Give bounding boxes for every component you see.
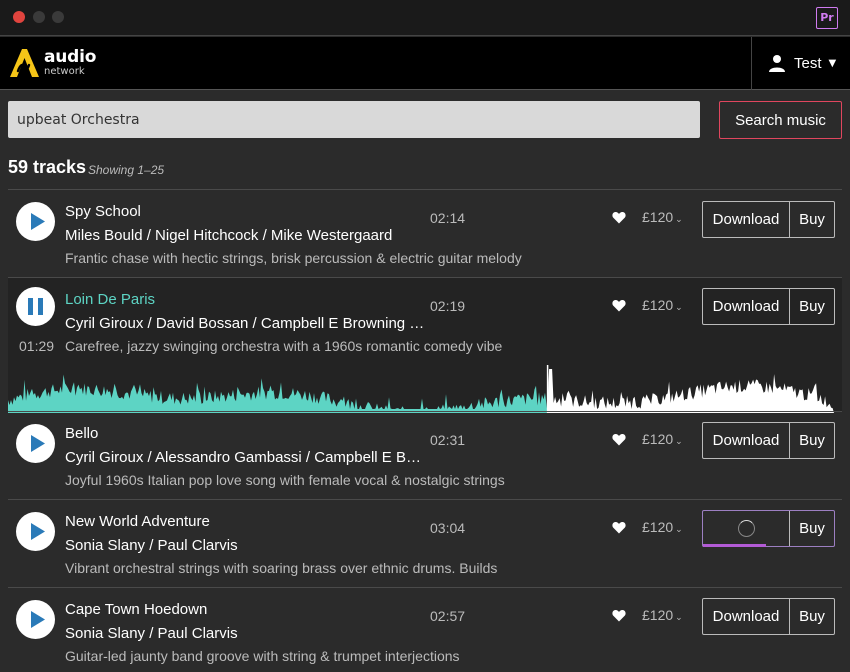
user-icon (769, 55, 785, 72)
track-description: Vibrant orchestral strings with soaring … (65, 560, 498, 576)
track-artists: Miles Bould / Nigel Hitchcock / Mike Wes… (65, 227, 393, 244)
app-header: audio network Test ▼ (0, 37, 850, 90)
buy-button[interactable]: Buy (790, 599, 834, 634)
track-title[interactable]: Cape Town Hoedown (65, 601, 207, 618)
header-divider (751, 37, 752, 90)
results-showing: Showing 1–25 (88, 163, 165, 177)
play-button[interactable] (16, 512, 55, 551)
purchase-button-group: Buy (702, 510, 835, 547)
purchase-button-group: Download Buy (702, 598, 835, 635)
minimize-window-button[interactable] (33, 11, 45, 23)
play-icon (31, 611, 45, 628)
heart-icon[interactable] (612, 521, 626, 534)
audio-network-logo-icon (10, 49, 39, 77)
brand-name: audio (44, 47, 97, 67)
track-row: Bello Cyril Giroux / Alessandro Gambassi… (8, 411, 842, 499)
chevron-down-icon: ⌄ (675, 524, 683, 534)
track-description: Joyful 1960s Italian pop love song with … (65, 472, 505, 488)
track-duration: 02:31 (430, 432, 466, 448)
track-row: Spy School Miles Bould / Nigel Hitchcock… (8, 189, 842, 277)
price-value: £120 (642, 209, 674, 225)
play-icon (31, 213, 45, 230)
brand-subname: network (44, 66, 85, 77)
buy-button[interactable]: Buy (790, 511, 834, 546)
elapsed-time: 01:29 (19, 338, 55, 354)
chevron-down-icon: ⌄ (675, 436, 683, 446)
premiere-pro-icon: Pr (816, 7, 838, 29)
price-dropdown[interactable]: £120 ⌄ (642, 431, 683, 447)
buy-button[interactable]: Buy (790, 289, 834, 324)
track-artists: Cyril Giroux / Alessandro Gambassi / Cam… (65, 449, 425, 466)
results-count: 59 tracks (8, 157, 87, 177)
track-title[interactable]: Bello (65, 425, 98, 442)
track-description: Frantic chase with hectic strings, brisk… (65, 250, 522, 266)
download-button[interactable]: Download (703, 202, 790, 237)
price-dropdown[interactable]: £120 ⌄ (642, 209, 683, 225)
purchase-button-group: Download Buy (702, 201, 835, 238)
heart-icon[interactable] (612, 299, 626, 312)
loading-spinner-icon (738, 520, 755, 537)
heart-icon[interactable] (612, 211, 626, 224)
track-description: Carefree, jazzy swinging orchestra with … (65, 338, 503, 354)
waveform-remaining (547, 369, 834, 413)
chevron-down-icon: ⌄ (675, 612, 683, 622)
download-progress-bar (703, 544, 766, 547)
heart-icon[interactable] (612, 433, 626, 446)
maximize-window-button[interactable] (52, 11, 64, 23)
chevron-down-icon: ⌄ (675, 302, 683, 312)
download-button[interactable]: Download (703, 423, 790, 458)
track-title[interactable]: Loin De Paris (65, 291, 155, 308)
play-button[interactable] (16, 202, 55, 241)
track-row: Cape Town Hoedown Sonia Slany / Paul Cla… (8, 587, 842, 672)
search-input[interactable] (8, 101, 700, 138)
play-button[interactable] (16, 424, 55, 463)
user-name: Test (794, 54, 822, 72)
close-window-button[interactable] (13, 11, 25, 23)
price-value: £120 (642, 519, 674, 535)
track-artists: Sonia Slany / Paul Clarvis (65, 625, 238, 642)
waveform-scrubber[interactable] (8, 365, 842, 415)
buy-button[interactable]: Buy (790, 423, 834, 458)
price-dropdown[interactable]: £120 ⌄ (642, 297, 683, 313)
track-row: New World Adventure Sonia Slany / Paul C… (8, 499, 842, 587)
track-duration: 02:14 (430, 210, 466, 226)
chevron-down-icon: ⌄ (675, 214, 683, 224)
play-button[interactable] (16, 600, 55, 639)
track-row-playing: Loin De Paris Cyril Giroux / David Bossa… (8, 277, 842, 413)
play-icon (31, 523, 45, 540)
window-titlebar: Pr (0, 0, 850, 36)
pause-button[interactable] (16, 287, 55, 326)
download-button[interactable]: Download (703, 289, 790, 324)
chevron-down-icon: ▼ (828, 57, 837, 69)
buy-button[interactable]: Buy (790, 202, 834, 237)
track-duration: 02:57 (430, 608, 466, 624)
track-description: Guitar-led jaunty band groove with strin… (65, 648, 460, 664)
search-music-button[interactable]: Search music (719, 101, 842, 139)
price-value: £120 (642, 431, 674, 447)
waveform-played (8, 374, 548, 413)
price-dropdown[interactable]: £120 ⌄ (642, 607, 683, 623)
track-artists: Sonia Slany / Paul Clarvis (65, 537, 238, 554)
play-icon (31, 435, 45, 452)
price-dropdown[interactable]: £120 ⌄ (642, 519, 683, 535)
download-button[interactable]: Download (703, 599, 790, 634)
price-value: £120 (642, 297, 674, 313)
track-title[interactable]: New World Adventure (65, 513, 210, 530)
track-title[interactable]: Spy School (65, 203, 141, 220)
purchase-button-group: Download Buy (702, 288, 835, 325)
track-artists: Cyril Giroux / David Bossan / Campbell E… (65, 315, 425, 332)
track-duration: 03:04 (430, 520, 466, 536)
track-duration: 02:19 (430, 298, 466, 314)
heart-icon[interactable] (612, 609, 626, 622)
pause-icon (28, 298, 43, 315)
price-value: £120 (642, 607, 674, 623)
user-menu[interactable]: Test ▼ (768, 53, 836, 73)
purchase-button-group: Download Buy (702, 422, 835, 459)
download-button-loading[interactable] (703, 511, 790, 547)
